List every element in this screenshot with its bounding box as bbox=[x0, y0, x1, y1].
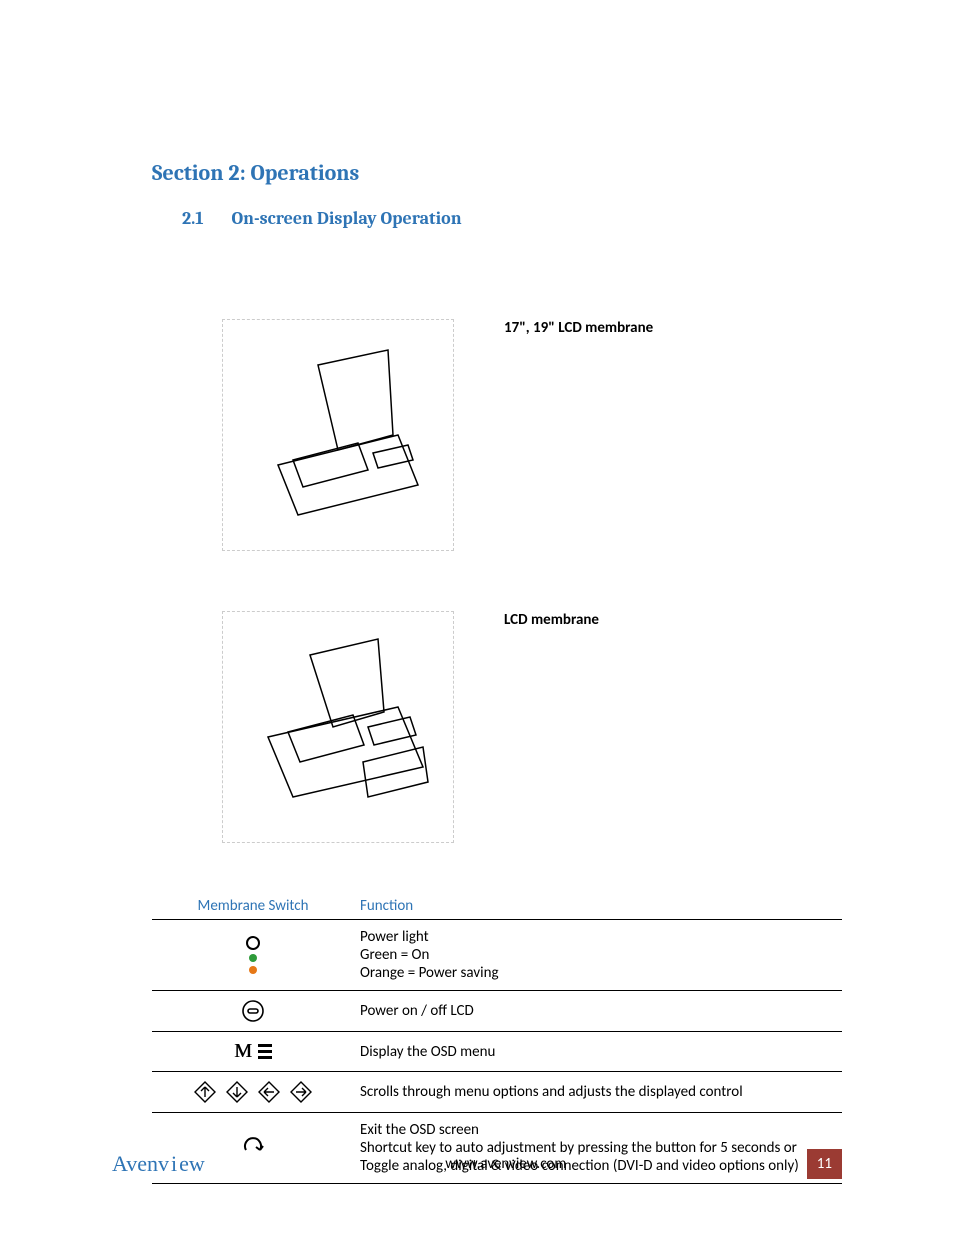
figure-caption-2: LCD membrane bbox=[504, 611, 599, 629]
arrow-left-diamond-icon bbox=[257, 1080, 281, 1104]
figure-caption-1: 17", 19" LCD membrane bbox=[504, 319, 653, 337]
footer-logo: Avenview bbox=[112, 1151, 205, 1177]
switch-arrows bbox=[152, 1072, 354, 1113]
power-button-icon bbox=[241, 999, 265, 1023]
arrow-up-diamond-icon bbox=[193, 1080, 217, 1104]
membrane-switch-table: Membrane Switch Function Power light bbox=[152, 893, 842, 1184]
table-row: Power light Green = On Orange = Power sa… bbox=[152, 920, 842, 991]
table-header-switch: Membrane Switch bbox=[152, 893, 354, 920]
section-title: Section 2: Operations bbox=[152, 160, 842, 186]
product-figure-1 bbox=[222, 319, 454, 551]
function-cell: Scrolls through menu options and adjusts… bbox=[354, 1072, 842, 1113]
circle-outline-icon bbox=[246, 936, 260, 950]
arrow-right-diamond-icon bbox=[289, 1080, 313, 1104]
function-cell: Power light Green = On Orange = Power sa… bbox=[354, 920, 842, 991]
function-cell: Power on / off LCD bbox=[354, 991, 842, 1032]
footer-url: www.avenview.com bbox=[205, 1155, 807, 1173]
dot-green-icon bbox=[249, 954, 257, 962]
switch-menu-button: M bbox=[152, 1032, 354, 1072]
subsection-number: 2.1 bbox=[182, 208, 204, 229]
product-figure-2 bbox=[222, 611, 454, 843]
table-header-function: Function bbox=[354, 893, 842, 920]
arrow-down-diamond-icon bbox=[225, 1080, 249, 1104]
subsection-title: On-screen Display Operation bbox=[232, 208, 462, 229]
switch-power-button bbox=[152, 991, 354, 1032]
dot-orange-icon bbox=[249, 966, 257, 974]
switch-power-indicator bbox=[152, 920, 354, 991]
function-cell: Display the OSD menu bbox=[354, 1032, 842, 1072]
table-row: Scrolls through menu options and adjusts… bbox=[152, 1072, 842, 1113]
menu-bars-icon bbox=[258, 1044, 272, 1059]
table-row: M Display the OSD menu bbox=[152, 1032, 842, 1072]
footer-page-number: 11 bbox=[807, 1149, 842, 1179]
table-row: Power on / off LCD bbox=[152, 991, 842, 1032]
m-letter-icon: M bbox=[234, 1040, 252, 1063]
